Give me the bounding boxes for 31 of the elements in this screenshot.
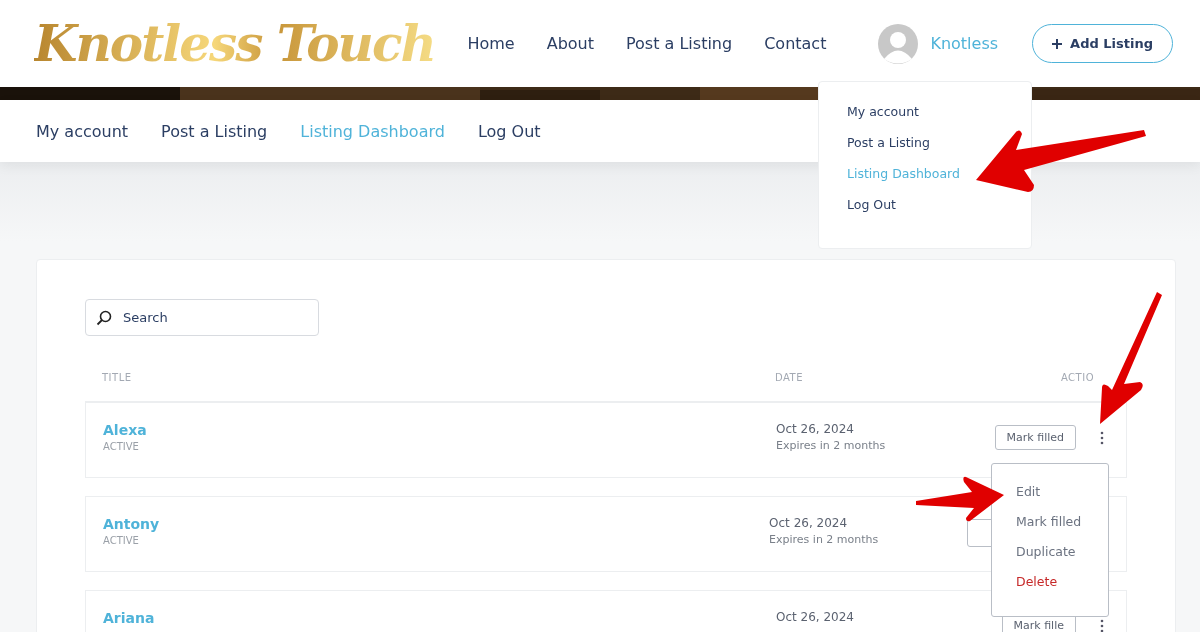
listing-status: ACTIVE	[103, 441, 140, 452]
listing-date: Oct 26, 2024	[769, 516, 849, 530]
search-icon	[96, 310, 112, 326]
nav-link[interactable]: Contact	[764, 34, 827, 53]
menu-item[interactable]: Duplicate	[1016, 544, 1084, 559]
menu-item[interactable]: Log Out	[847, 197, 896, 212]
column-header: DATE	[775, 372, 804, 383]
nav-link[interactable]: Post a Listing	[626, 34, 733, 53]
plus-icon	[1052, 38, 1063, 49]
more-icon[interactable]	[1100, 618, 1104, 632]
nav-link[interactable]: About	[546, 34, 594, 53]
mark-filled-button[interactable]: Mark filled	[994, 425, 1076, 450]
menu-item[interactable]: Post a Listing	[847, 135, 930, 150]
menu-item[interactable]: Mark filled	[1016, 514, 1084, 529]
account-tab[interactable]: My account	[36, 121, 129, 141]
account-tab[interactable]: Log Out	[477, 121, 541, 141]
add-listing-button[interactable]: Add Listing	[1032, 24, 1173, 63]
listing-date: Oct 26, 2024	[776, 422, 855, 436]
menu-item[interactable]: Edit	[1016, 484, 1084, 499]
nav-link[interactable]: Home	[467, 34, 515, 53]
listing-date: Oct 26, 2024	[776, 610, 855, 624]
column-header: ACTIO	[1059, 372, 1095, 383]
expiry-text: Expires in 2 months	[769, 533, 880, 546]
menu-item[interactable]: Delete	[1016, 574, 1084, 589]
expiry-text: Expires in 2 months	[776, 439, 887, 452]
listing-status: ACTIVE	[103, 535, 140, 546]
column-header: TITLE	[102, 372, 133, 383]
account-tab[interactable]: Post a Listing	[161, 121, 268, 141]
search-field[interactable]: Search	[85, 299, 319, 336]
menu-item[interactable]: My account	[847, 104, 919, 119]
more-icon[interactable]	[1100, 430, 1104, 445]
